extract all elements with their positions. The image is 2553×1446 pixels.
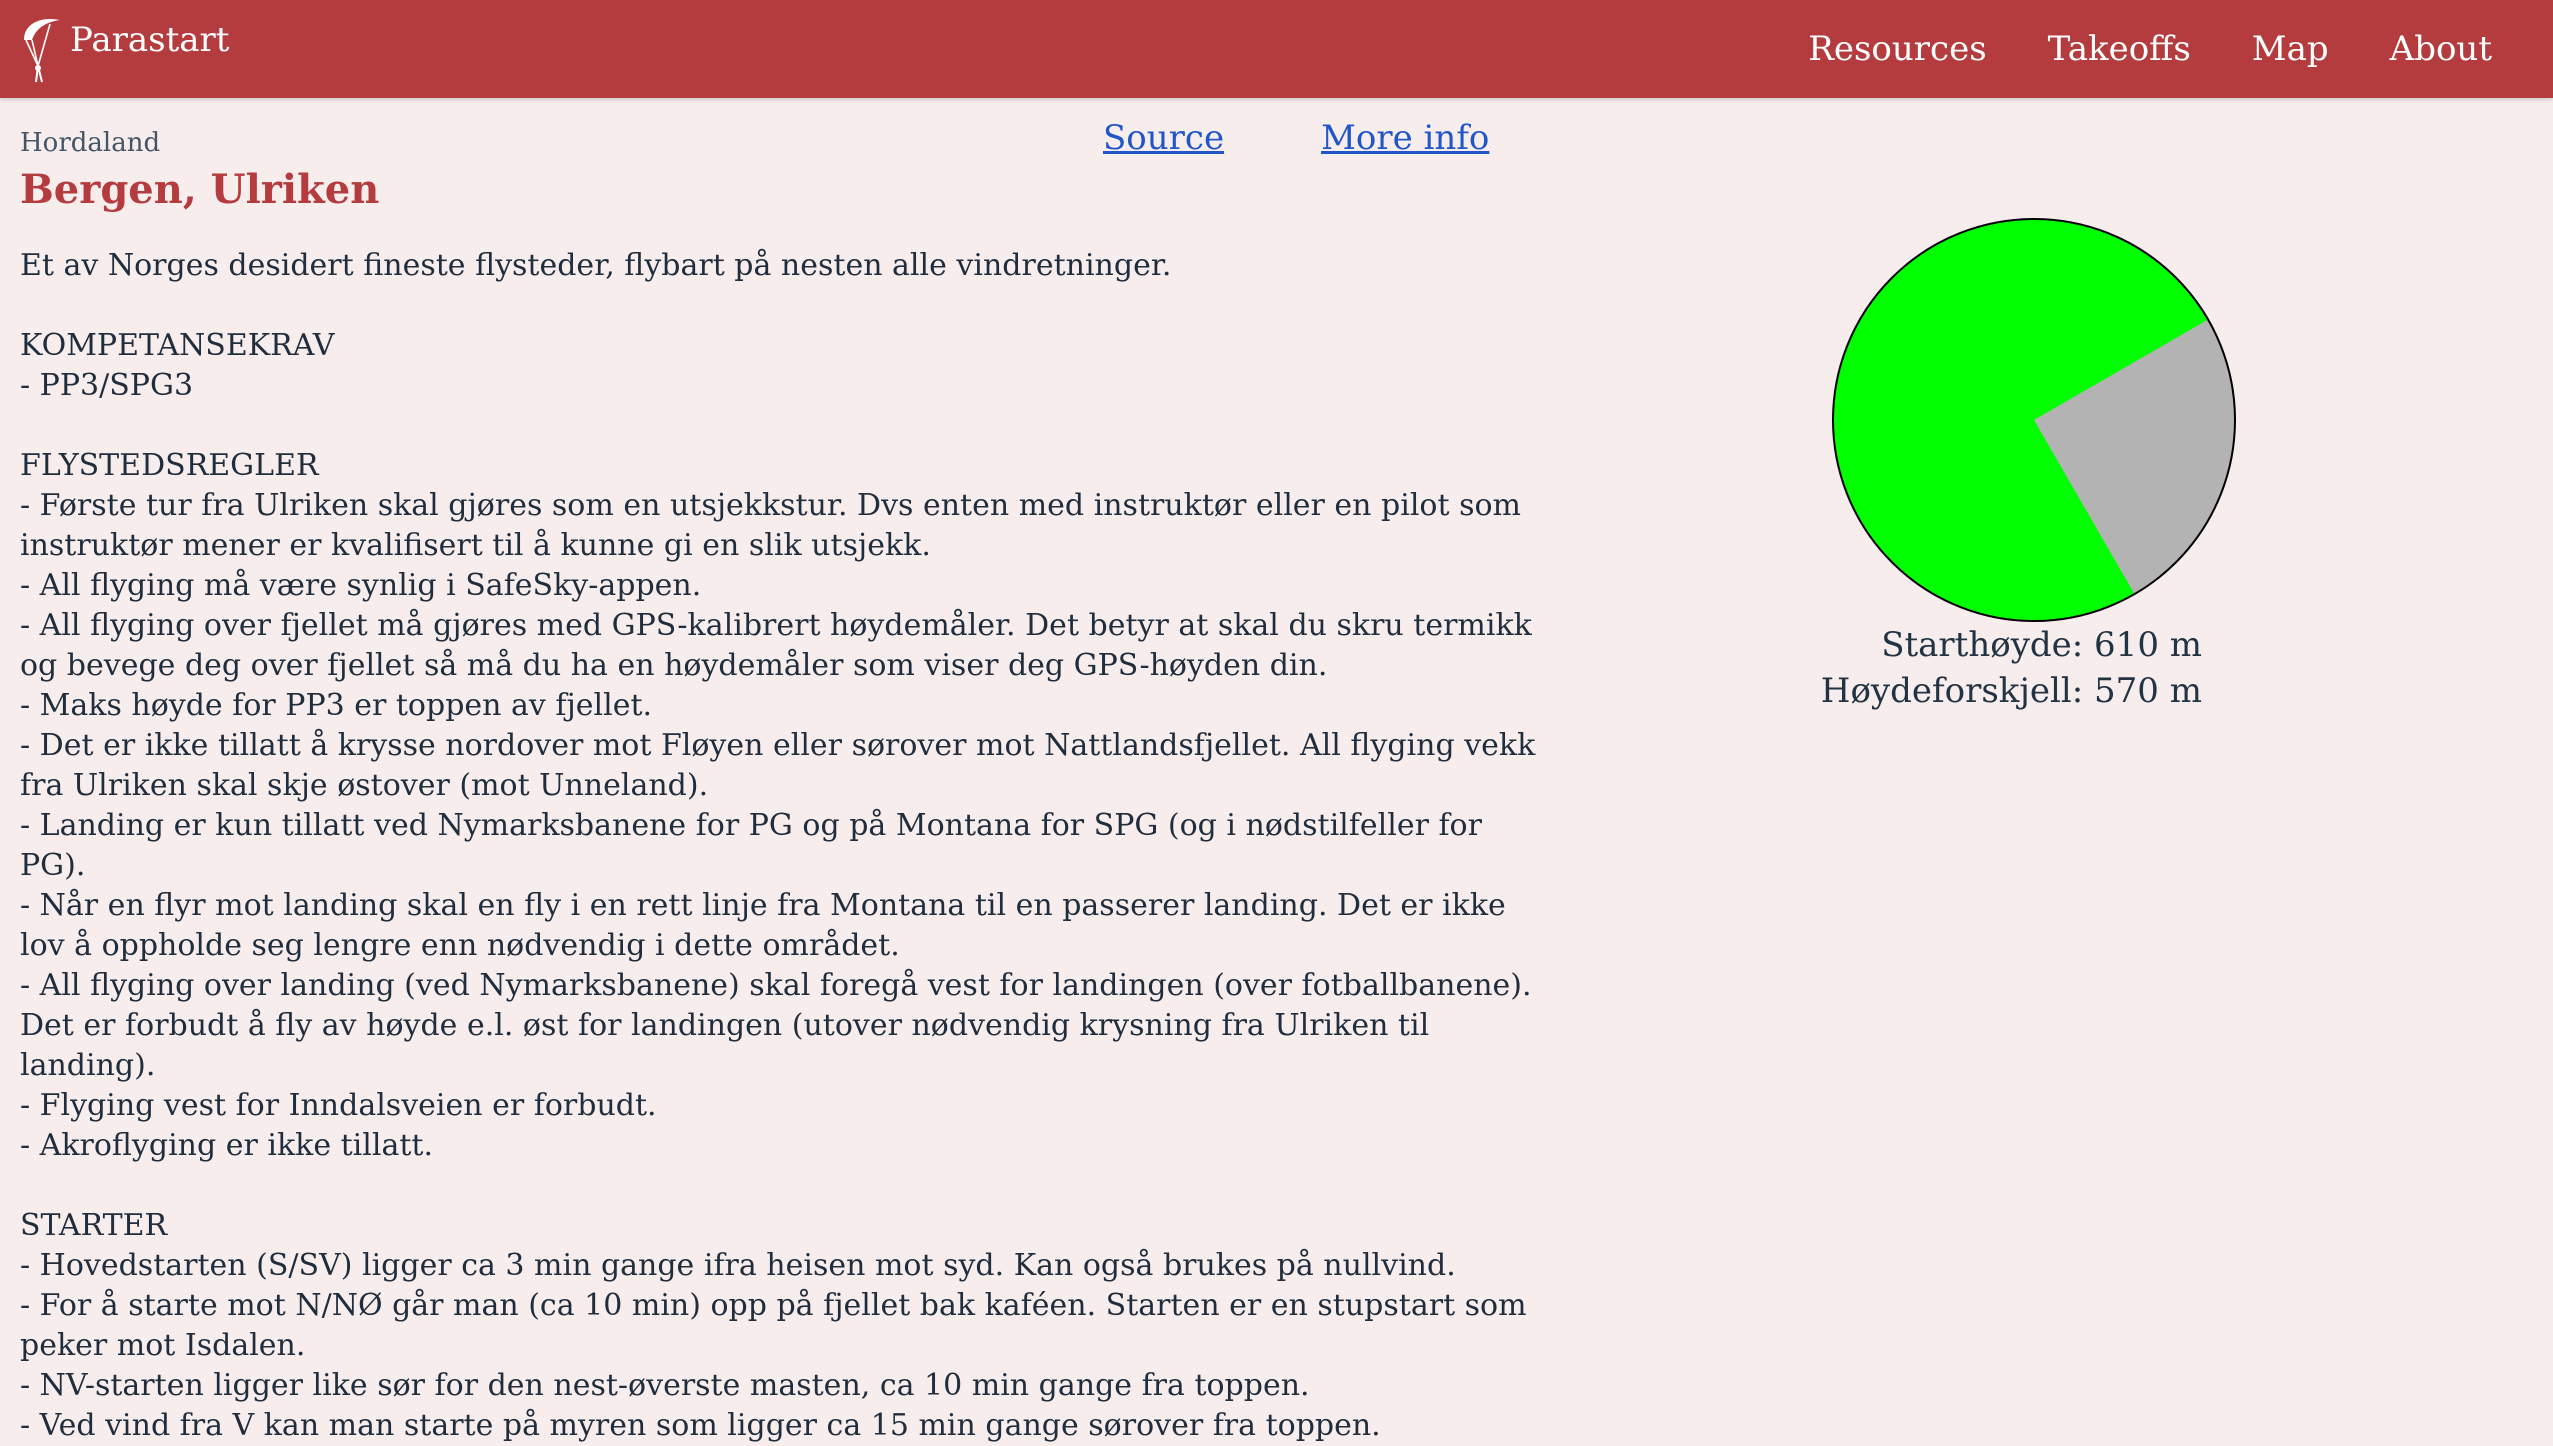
section-heading: FLYSTEDSREGLER [20, 448, 319, 483]
paraglider-logo-icon [24, 18, 60, 83]
nav-map[interactable]: Map [2252, 29, 2329, 69]
nav-resources[interactable]: Resources [1808, 29, 1986, 69]
page-title: Bergen, Ulriken [20, 166, 380, 213]
wind-rose-svg [1832, 218, 2236, 622]
section-line: - Det er ikke tillatt å krysse nordover … [20, 728, 1536, 803]
height-difference: Høydeforskjell: 570 m [1820, 671, 2202, 711]
section-line: - For å starte mot N/NØ går man (ca 10 m… [20, 1288, 1527, 1363]
section-line: - Ved vind fra V kan man starte på myren… [20, 1408, 1381, 1443]
altitude-info: Starthøyde: 610 m Høydeforskjell: 570 m [1821, 622, 2202, 714]
region-label: Hordaland [20, 128, 161, 158]
brand-link[interactable]: Parastart [20, 14, 229, 84]
section-line: - Akroflyging er ikke tillatt. [20, 1128, 433, 1163]
takeoff-description: Et av Norges desidert fineste flysteder,… [20, 246, 1550, 1446]
section-line: - Maks høyde for PP3 er toppen av fjelle… [20, 688, 653, 723]
more-info-link[interactable]: More info [1321, 118, 1489, 158]
main-nav: Resources Takeoffs Map About [1808, 0, 2553, 98]
external-links: Source More info [1103, 118, 1489, 158]
section-line: - PP3/SPG3 [20, 368, 194, 403]
brand-name: Parastart [70, 20, 230, 60]
section-heading: KOMPETANSEKRAV [20, 328, 335, 363]
section-line: - All flyging over fjellet må gjøres med… [20, 608, 1532, 683]
section-line: - Hovedstarten (S/SV) ligger ca 3 min ga… [20, 1248, 1456, 1283]
section-line: - All flyging over landing (ved Nymarksb… [20, 968, 1532, 1083]
nav-about[interactable]: About [2390, 29, 2492, 69]
source-link[interactable]: Source [1103, 118, 1224, 158]
wind-direction-rose [1828, 214, 2240, 626]
section-line: - All flyging må være synlig i SafeSky-a… [20, 568, 702, 603]
section-line: - Landing er kun tillatt ved Nymarksbane… [20, 808, 1482, 883]
intro-text: Et av Norges desidert fineste flysteder,… [20, 248, 1172, 283]
section-line: - Når en flyr mot landing skal en fly i … [20, 888, 1506, 963]
section-line: - Første tur fra Ulriken skal gjøres som… [20, 488, 1521, 563]
section-heading: STARTER [20, 1208, 168, 1243]
nav-takeoffs[interactable]: Takeoffs [2048, 29, 2191, 69]
section-line: - Flyging vest for Inndalsveien er forbu… [20, 1088, 657, 1123]
section-line: - NV-starten ligger like sør for den nes… [20, 1368, 1310, 1403]
takeoff-altitude: Starthøyde: 610 m [1881, 625, 2202, 665]
top-navbar: Parastart Resources Takeoffs Map About [0, 0, 2553, 98]
